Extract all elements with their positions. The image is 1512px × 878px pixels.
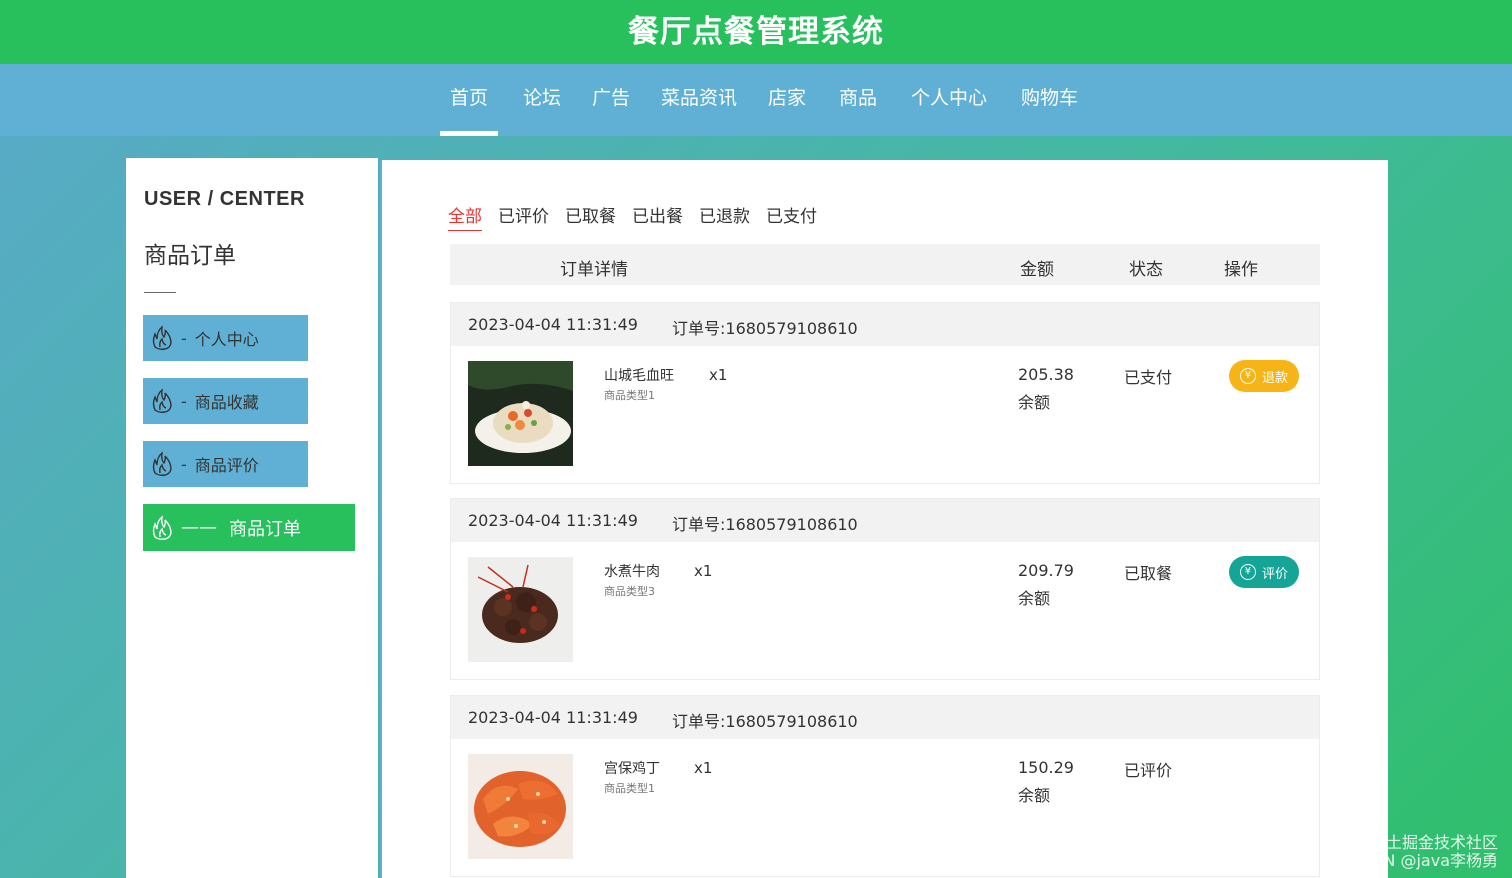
review-button-label: 评价 <box>1261 566 1288 582</box>
product-type: 商品类型1 <box>604 782 655 795</box>
menu-dash: —— <box>181 517 217 538</box>
refund-button[interactable]: ¥ 退款 <box>1229 360 1299 392</box>
tab-picked-up[interactable]: 已取餐 <box>565 202 616 231</box>
sidebar-item-orders[interactable]: —— 商品订单 <box>143 504 355 551</box>
order-card: 2023-04-04 11:31:49 订单号:1680579108610 水煮… <box>450 498 1320 680</box>
sidebar-item-favorites[interactable]: - 商品收藏 <box>143 378 308 424</box>
sidebar: USER / CENTER 商品订单 - 个人中心 - 商品收藏 - 商品评价 … <box>126 158 378 878</box>
tab-refunded[interactable]: 已退款 <box>699 202 750 231</box>
main-nav: 首页 论坛 广告 菜品资讯 店家 商品 个人中心 购物车 <box>0 64 1512 136</box>
order-amount: 150.29 <box>1018 758 1074 777</box>
product-quantity: x1 <box>694 562 713 580</box>
review-button[interactable]: ¥ 评价 <box>1229 556 1299 588</box>
refund-button-label: 退款 <box>1261 370 1288 386</box>
title-bar: 餐厅点餐管理系统 <box>0 0 1512 64</box>
sidebar-divider <box>144 292 176 293</box>
order-number: 订单号:1680579108610 <box>672 319 858 338</box>
payment-method: 余额 <box>1018 393 1051 412</box>
product-type: 商品类型1 <box>604 389 655 402</box>
flame-icon <box>152 514 172 540</box>
sidebar-item-label: 商品评价 <box>194 456 259 475</box>
sidebar-item-label: 商品订单 <box>229 518 301 540</box>
nav-item-dish-news[interactable]: 菜品资讯 <box>661 64 737 136</box>
product-name: 水煮牛肉 <box>604 564 660 580</box>
salad-dish-image <box>468 361 573 466</box>
header-action: 操作 <box>1224 260 1258 280</box>
order-status: 已支付 <box>1124 368 1173 387</box>
orders-panel: 全部 已评价 已取餐 已出餐 已退款 已支付 订单详情 金额 状态 操作 202… <box>380 160 1388 878</box>
flame-icon <box>152 451 172 476</box>
payment-method: 余额 <box>1018 786 1051 805</box>
sidebar-item-label: 个人中心 <box>194 330 259 349</box>
tab-all[interactable]: 全部 <box>448 202 482 231</box>
product-image[interactable] <box>468 361 573 466</box>
order-card: 2023-04-04 11:31:49 订单号:1680579108610 山城… <box>450 302 1320 484</box>
yen-icon: ¥ <box>1239 564 1256 580</box>
header-detail: 订单详情 <box>560 260 628 280</box>
nav-item-ads[interactable]: 广告 <box>592 64 630 136</box>
table-header: 订单详情 金额 状态 操作 <box>450 244 1320 285</box>
sidebar-item-user-center[interactable]: - 个人中心 <box>143 315 308 361</box>
order-time: 2023-04-04 11:31:49 <box>468 708 638 727</box>
order-number: 订单号:1680579108610 <box>672 515 858 534</box>
menu-dash: - <box>181 328 187 348</box>
order-number: 订单号:1680579108610 <box>672 712 858 731</box>
product-type: 商品类型3 <box>604 585 655 598</box>
menu-dash: - <box>181 454 187 474</box>
menu-dash: - <box>181 391 187 411</box>
sidebar-item-reviews[interactable]: - 商品评价 <box>143 441 308 487</box>
order-time: 2023-04-04 11:31:49 <box>468 511 638 530</box>
order-header: 2023-04-04 11:31:49 订单号:1680579108610 <box>451 696 1319 739</box>
order-status: 已取餐 <box>1124 564 1173 583</box>
nav-item-forum[interactable]: 论坛 <box>523 64 561 136</box>
order-time: 2023-04-04 11:31:49 <box>468 315 638 334</box>
payment-method: 余额 <box>1018 589 1051 608</box>
nav-item-cart[interactable]: 购物车 <box>1021 64 1078 136</box>
tab-paid[interactable]: 已支付 <box>766 202 817 231</box>
watermark-line-2: CSDN @java李杨勇 <box>1349 851 1498 870</box>
shrimp-dish-image <box>468 754 573 859</box>
beef-dish-image <box>468 557 573 662</box>
tab-reviewed[interactable]: 已评价 <box>498 202 549 231</box>
product-quantity: x1 <box>709 366 728 384</box>
order-status: 已评价 <box>1124 761 1173 780</box>
product-image[interactable] <box>468 754 573 859</box>
order-header: 2023-04-04 11:31:49 订单号:1680579108610 <box>451 499 1319 542</box>
nav-item-stores[interactable]: 店家 <box>768 64 806 136</box>
header-amount: 金额 <box>1020 260 1054 280</box>
header-status: 状态 <box>1129 260 1163 280</box>
product-name: 山城毛血旺 <box>604 368 674 384</box>
order-filter-tabs: 全部 已评价 已取餐 已出餐 已退款 已支付 <box>448 202 833 231</box>
order-header: 2023-04-04 11:31:49 订单号:1680579108610 <box>451 303 1319 346</box>
sidebar-subtitle: 商品订单 <box>144 243 236 269</box>
watermark: @稀土掘金技术社区 CSDN @java李杨勇 <box>1350 834 1498 870</box>
order-card: 2023-04-04 11:31:49 订单号:1680579108610 宫保… <box>450 695 1320 877</box>
product-quantity: x1 <box>694 759 713 777</box>
yen-icon: ¥ <box>1239 368 1256 384</box>
watermark-line-1: @稀土掘金技术社区 <box>1353 833 1498 852</box>
sidebar-title: USER / CENTER <box>144 188 305 210</box>
app-title: 餐厅点餐管理系统 <box>628 13 884 50</box>
nav-item-home[interactable]: 首页 <box>439 64 499 136</box>
order-amount: 209.79 <box>1018 561 1074 580</box>
nav-item-user-center[interactable]: 个人中心 <box>911 64 987 136</box>
flame-icon <box>152 388 172 413</box>
product-name: 宫保鸡丁 <box>604 761 660 777</box>
order-amount: 205.38 <box>1018 365 1074 384</box>
nav-item-products[interactable]: 商品 <box>839 64 877 136</box>
sidebar-item-label: 商品收藏 <box>194 393 259 412</box>
flame-icon <box>152 325 172 350</box>
product-image[interactable] <box>468 557 573 662</box>
tab-served[interactable]: 已出餐 <box>632 202 683 231</box>
